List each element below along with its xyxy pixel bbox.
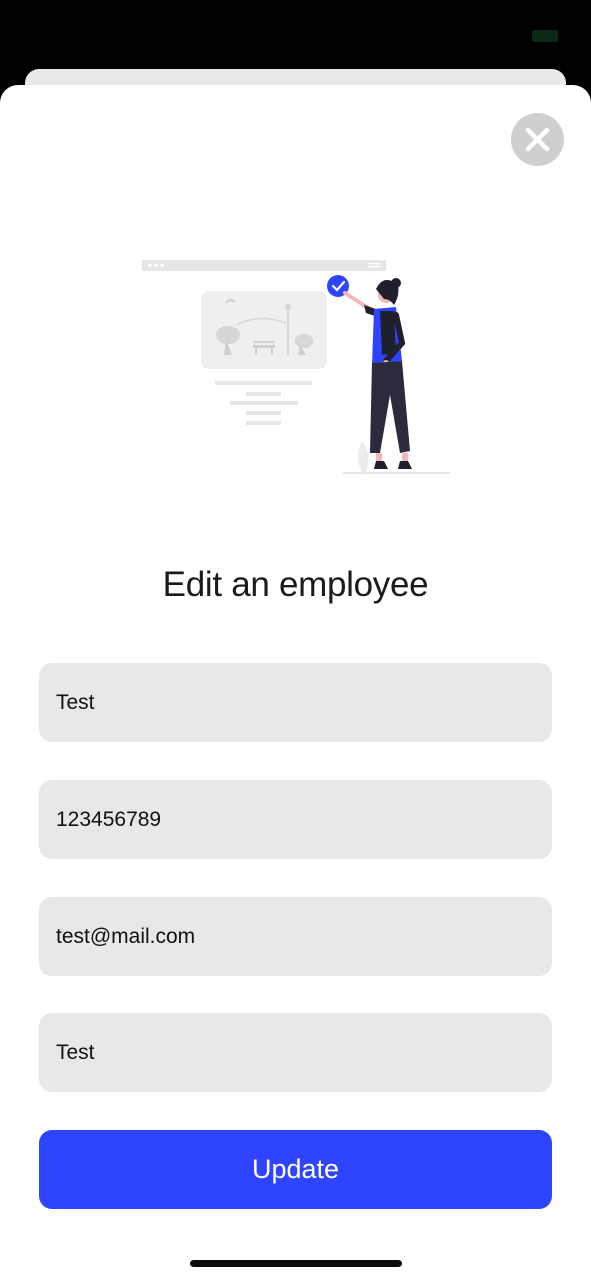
close-button[interactable] xyxy=(511,113,564,166)
employee-checkmark-illustration xyxy=(142,260,450,474)
battery-icon xyxy=(532,30,558,42)
home-indicator xyxy=(190,1260,402,1267)
phone-input[interactable] xyxy=(39,780,552,859)
name-input[interactable] xyxy=(39,663,552,742)
modal-title: Edit an employee xyxy=(162,565,429,604)
email-field[interactable] xyxy=(39,897,552,976)
role-field[interactable] xyxy=(39,1013,552,1092)
name-field[interactable] xyxy=(39,663,552,742)
email-input[interactable] xyxy=(39,897,552,976)
update-button[interactable]: Update xyxy=(39,1130,552,1209)
phone-field[interactable] xyxy=(39,780,552,859)
role-input[interactable] xyxy=(39,1013,552,1092)
close-icon xyxy=(525,127,550,152)
status-bar xyxy=(0,0,591,70)
